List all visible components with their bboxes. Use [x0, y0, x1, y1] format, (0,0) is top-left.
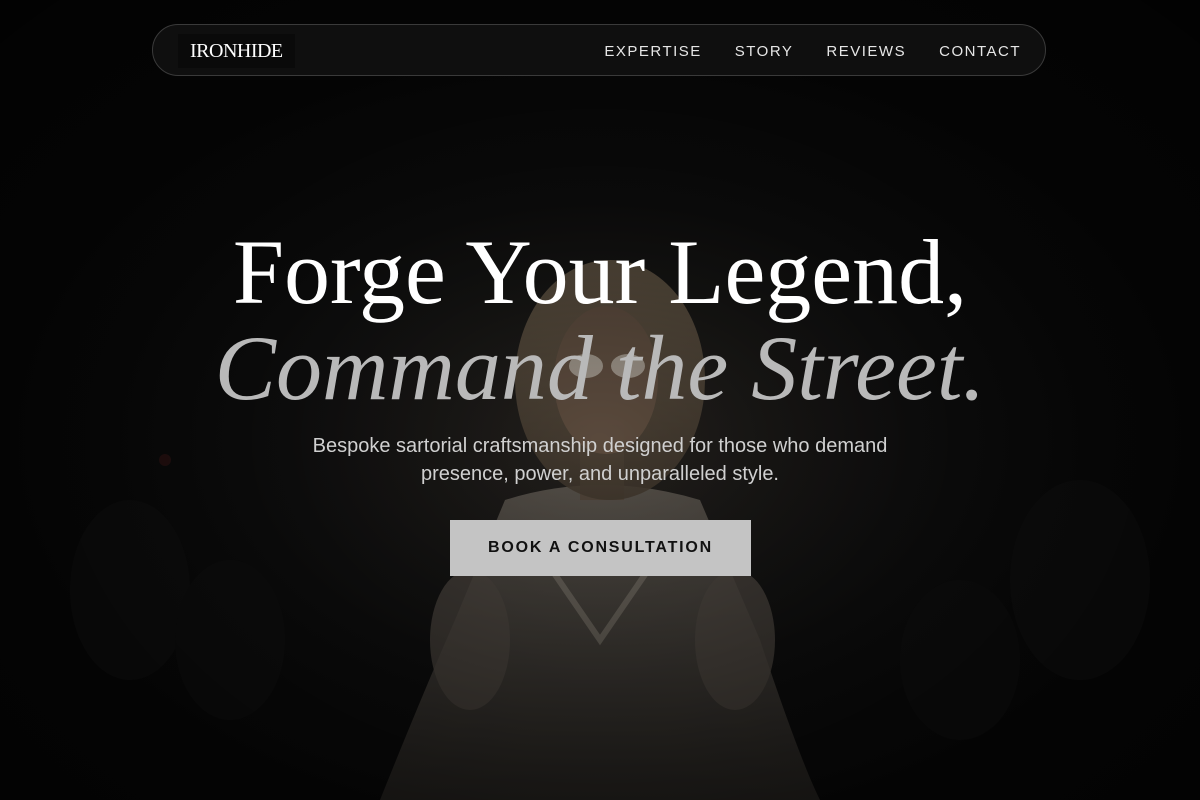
hero-section: Forge Your Legend, Command the Street. B… — [0, 0, 1200, 800]
book-consultation-button[interactable]: BOOK A CONSULTATION — [450, 520, 751, 576]
hero-headline-primary: Forge Your Legend, — [232, 221, 968, 323]
hero-headline-secondary: Command the Street. — [214, 317, 986, 419]
hero-subtitle: Bespoke sartorial craftsmanship designed… — [312, 435, 888, 485]
landing-page: IRONHIDE EXPERTISE STORY REVIEWS CONTACT… — [0, 0, 1200, 800]
